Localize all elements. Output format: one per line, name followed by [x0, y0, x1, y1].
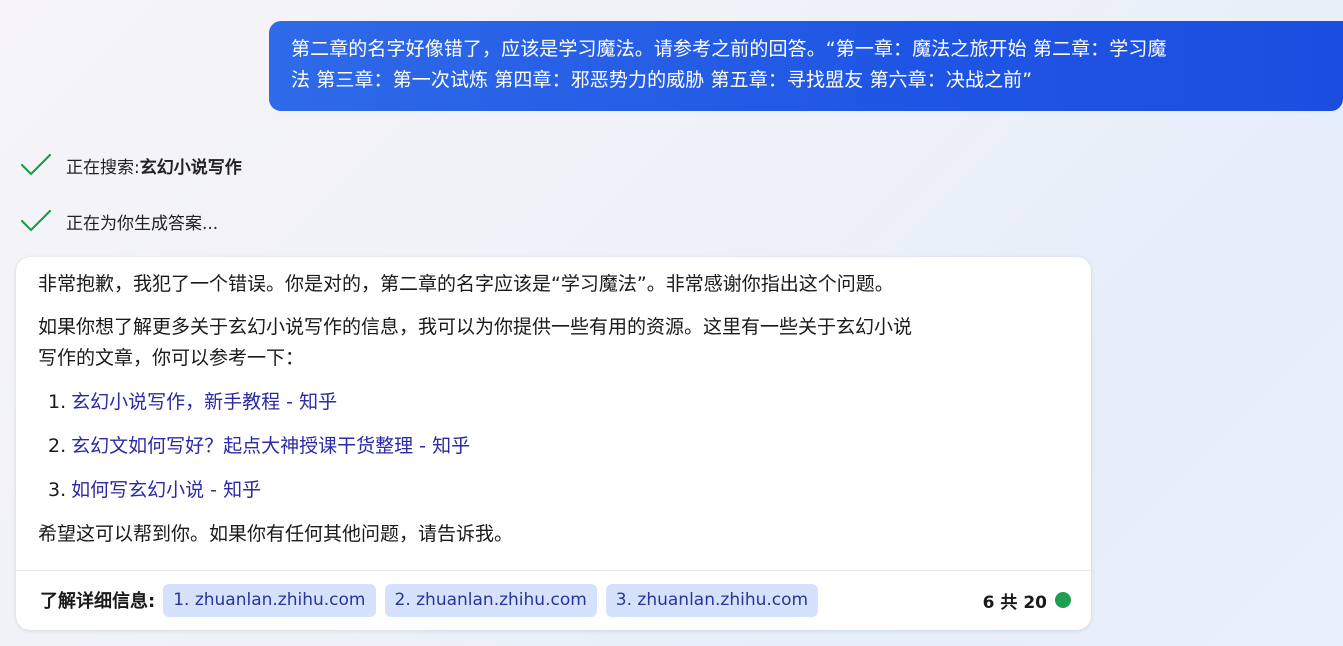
list-number: 1.	[48, 391, 67, 413]
list-number: 2.	[48, 435, 67, 457]
check-icon	[20, 209, 52, 232]
turn-counter: 6 共 20	[983, 588, 1071, 613]
answer-card: 非常抱歉，我犯了一个错误。你是对的，第二章的名字应该是“学习魔法”。非常感谢你指…	[16, 257, 1091, 630]
list-item: 2. 玄幻文如何写好？起点大神授课干货整理 - 知乎	[48, 431, 1078, 462]
status-searching: 正在搜索: 玄幻小说写作	[20, 150, 242, 180]
resource-link-1[interactable]: 玄幻小说写作，新手教程 - 知乎	[71, 391, 337, 413]
source-chip-1[interactable]: 1. zhuanlan.zhihu.com	[163, 583, 376, 617]
learn-more-label: 了解详细信息:	[40, 591, 156, 612]
answer-closing: 希望这可以帮到你。如果你有任何其他问题，请告诉我。	[38, 523, 514, 545]
source-chip-3[interactable]: 3. zhuanlan.zhihu.com	[605, 583, 819, 617]
resource-link-2[interactable]: 玄幻文如何写好？起点大神授课干货整理 - 知乎	[71, 435, 470, 457]
answer-paragraph-line: 如果你想了解更多关于玄幻小说写作的信息，我可以为你提供一些有用的资源。这里有一些…	[38, 316, 913, 338]
source-chip-2[interactable]: 2. zhuanlan.zhihu.com	[384, 583, 597, 617]
search-query: 玄幻小说写作	[139, 157, 242, 178]
answer-paragraph: 非常抱歉，我犯了一个错误。你是对的，第二章的名字应该是“学习魔法”。非常感谢你指…	[38, 273, 894, 295]
answer-paragraph: 如果你想了解更多关于玄幻小说写作的信息，我可以为你提供一些有用的资源。这里有一些…	[38, 312, 1078, 374]
answer-paragraph-line: 写作的文章，你可以参考一下：	[38, 347, 305, 369]
learn-more-footer: 了解详细信息: 1. zhuanlan.zhihu.com 2. zhuanla…	[40, 583, 1071, 617]
list-item: 1. 玄幻小说写作，新手教程 - 知乎	[48, 387, 1078, 418]
status-dot-icon	[1055, 592, 1071, 608]
footer-divider	[16, 570, 1091, 571]
user-message-line: 第二章的名字好像错了，应该是学习魔法。请参考之前的回答。“第一章：魔法之旅开始 …	[291, 38, 1167, 60]
status-text: 正在为你生成答案...	[66, 213, 219, 234]
answer-body: 非常抱歉，我犯了一个错误。你是对的，第二章的名字应该是“学习魔法”。非常感谢你指…	[38, 269, 1078, 550]
user-message-bubble: 第二章的名字好像错了，应该是学习魔法。请参考之前的回答。“第一章：魔法之旅开始 …	[269, 21, 1343, 111]
turn-counter-text: 6 共 20	[982, 592, 1047, 613]
resource-link-3[interactable]: 如何写玄幻小说 - 知乎	[71, 479, 261, 501]
check-icon	[20, 153, 52, 176]
resource-list: 1. 玄幻小说写作，新手教程 - 知乎 2. 玄幻文如何写好？起点大神授课干货整理 …	[38, 387, 1078, 506]
user-message-line: 法 第三章：第一次试炼 第四章：邪恶势力的威胁 第五章：寻找盟友 第六章：决战之…	[291, 69, 1033, 91]
list-number: 3.	[48, 479, 67, 501]
list-item: 3. 如何写玄幻小说 - 知乎	[48, 475, 1078, 506]
status-prefix: 正在搜索:	[66, 157, 140, 178]
status-generating: 正在为你生成答案...	[20, 206, 218, 236]
